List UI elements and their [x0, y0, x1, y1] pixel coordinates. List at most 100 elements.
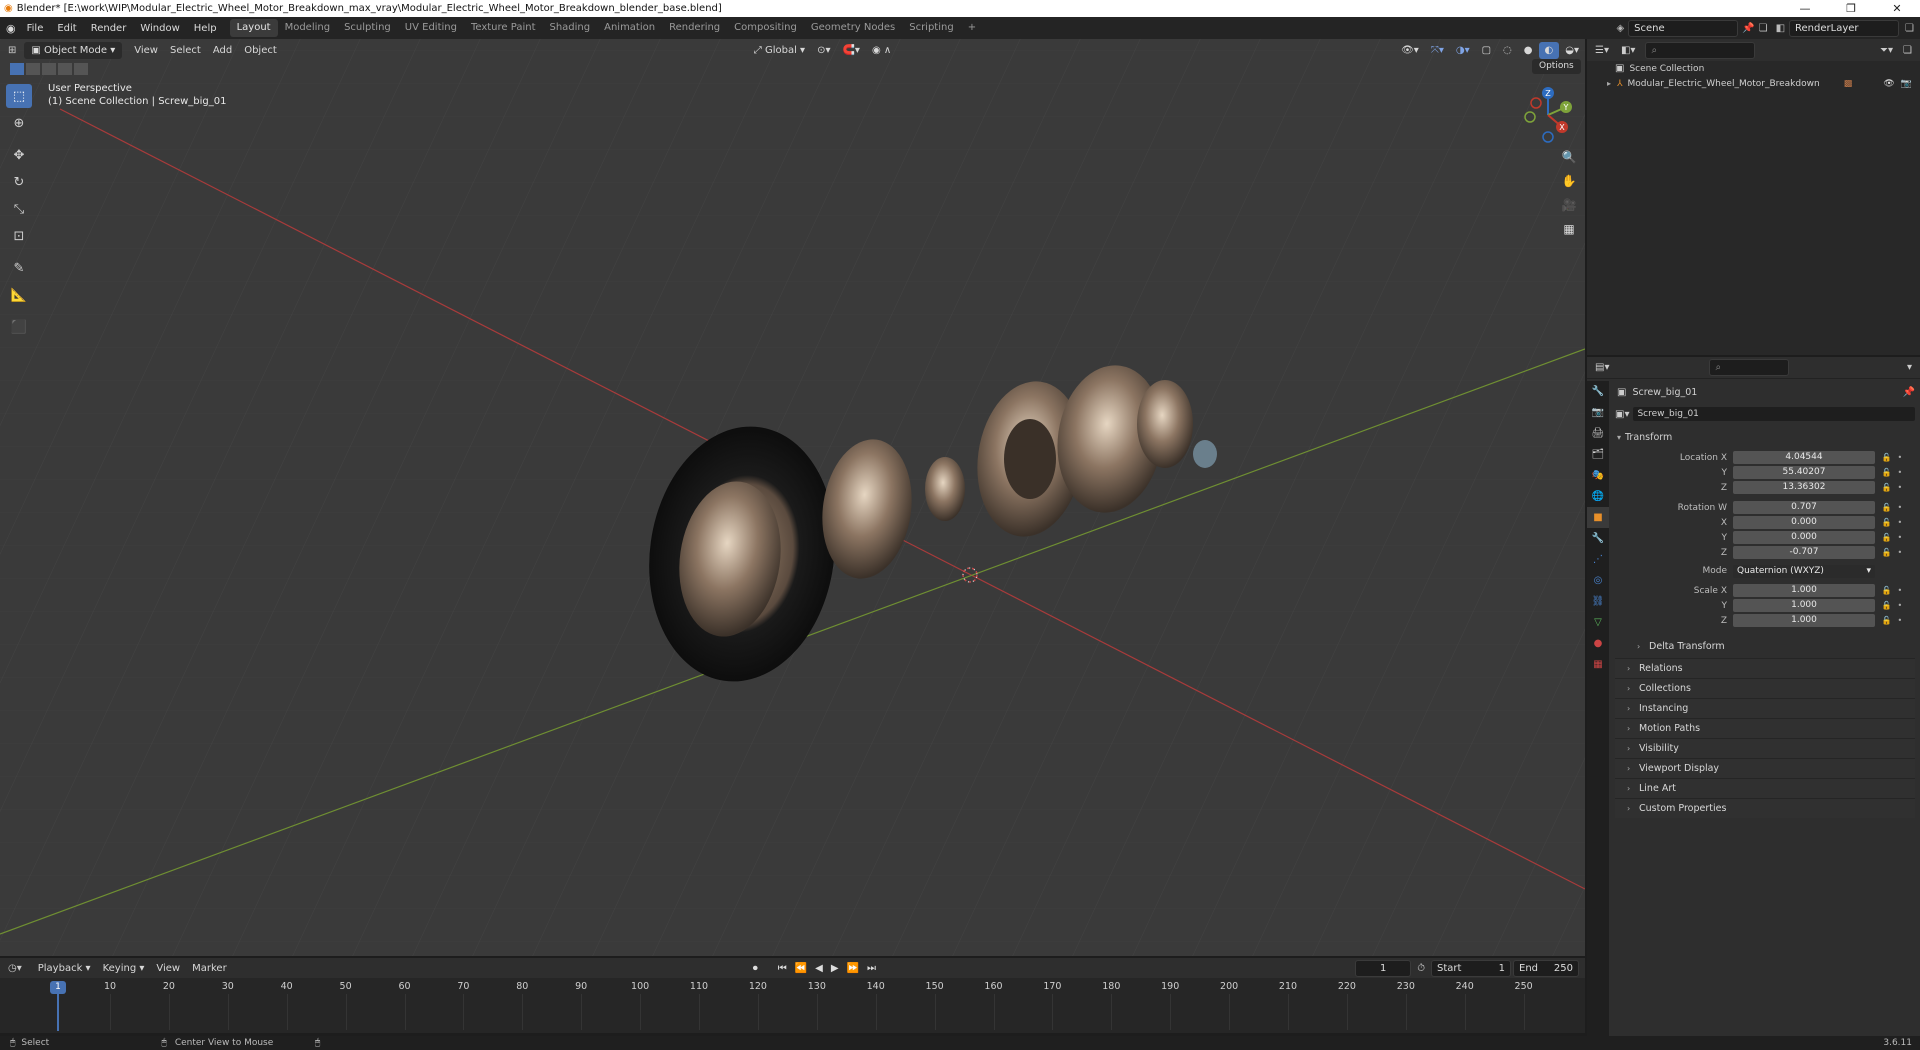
play-icon[interactable]: ▶	[831, 963, 839, 974]
annotate-tool-icon[interactable]: ✎	[6, 256, 32, 280]
display-mode-icon[interactable]: ◧▾	[1621, 45, 1635, 56]
prev-keyframe-icon[interactable]: ⏪	[795, 963, 807, 974]
next-keyframe-icon[interactable]: ⏩	[847, 963, 859, 974]
properties-editor-icon[interactable]: ▤▾	[1595, 362, 1609, 373]
keyframe-icon[interactable]: •	[1897, 586, 1902, 595]
start-frame-field[interactable]: Start 1	[1431, 959, 1511, 977]
measure-tool-icon[interactable]: 📐	[6, 283, 32, 307]
expand-icon[interactable]: ▸	[1607, 79, 1611, 88]
clock-icon[interactable]: ⏱	[1417, 963, 1425, 974]
menu-timeline-view[interactable]: View	[150, 960, 186, 977]
location-z-field[interactable]: 13.36302	[1733, 481, 1875, 494]
play-reverse-icon[interactable]: ◀	[815, 963, 823, 974]
current-frame-field[interactable]: 1	[1355, 959, 1412, 977]
tab-texture-paint[interactable]: Texture Paint	[464, 19, 543, 37]
keyframe-icon[interactable]: •	[1897, 548, 1902, 557]
move-tool-icon[interactable]: ✥	[6, 143, 32, 167]
tab-compositing[interactable]: Compositing	[727, 19, 804, 37]
outliner-item[interactable]: ▸ ⅄ Modular_Electric_Wheel_Motor_Breakdo…	[1587, 76, 1920, 91]
panel-relations[interactable]: › Relations	[1615, 658, 1915, 678]
select-intersect-icon[interactable]	[74, 63, 88, 75]
close-button[interactable]: ✕	[1874, 2, 1920, 15]
panel-instancing[interactable]: › Instancing	[1615, 698, 1915, 718]
lock-icon[interactable]: 🔓	[1882, 468, 1892, 477]
physics-tab-icon[interactable]: ◎	[1587, 570, 1609, 591]
pivot-icon[interactable]: ⊙▾	[811, 42, 836, 59]
keyframe-icon[interactable]: •	[1897, 468, 1902, 477]
lock-icon[interactable]: 🔓	[1882, 616, 1892, 625]
menu-view[interactable]: View	[128, 42, 164, 59]
tab-layout[interactable]: Layout	[229, 19, 278, 37]
playhead-line[interactable]	[57, 994, 59, 1031]
world-tab-icon[interactable]: 🌐	[1587, 486, 1609, 507]
location-y-field[interactable]: 55.40207	[1733, 466, 1875, 479]
menu-render[interactable]: Render	[84, 23, 134, 34]
new-scene-icon[interactable]: ❏	[1759, 23, 1768, 34]
menu-file[interactable]: File	[20, 23, 51, 34]
menu-help[interactable]: Help	[187, 23, 224, 34]
render-tab-icon[interactable]: 📷	[1587, 402, 1609, 423]
render-layer-icon[interactable]: ◧	[1776, 23, 1785, 34]
options-button[interactable]: Options	[1532, 59, 1581, 74]
properties-options-icon[interactable]: ▾	[1907, 362, 1912, 373]
orientation-selector[interactable]: ⤢ Global ▾	[748, 42, 811, 59]
properties-search-input[interactable]: ⌕	[1709, 359, 1790, 376]
eye-icon[interactable]: 👁	[1883, 79, 1894, 89]
rotation-mode-dropdown[interactable]: Quaternion (WXYZ) ▾	[1733, 564, 1875, 578]
menu-object[interactable]: Object	[238, 42, 283, 59]
rotation-y-field[interactable]: 0.000	[1733, 531, 1875, 544]
mode-selector[interactable]: ▣ Object Mode ▾	[24, 41, 123, 59]
select-invert-icon[interactable]	[58, 63, 72, 75]
render-layer-selector[interactable]: RenderLayer	[1789, 19, 1900, 37]
scale-z-field[interactable]: 1.000	[1733, 614, 1875, 627]
tool-tab-icon[interactable]: 🔧	[1587, 381, 1609, 402]
lock-icon[interactable]: 🔓	[1882, 503, 1892, 512]
shading-rendered-icon[interactable]: ◒▾	[1559, 42, 1585, 59]
scene-icon[interactable]: ◈	[1616, 23, 1624, 34]
panel-custom-properties[interactable]: › Custom Properties	[1615, 798, 1915, 818]
editor-type-icon[interactable]: ⊞	[8, 45, 16, 56]
ortho-grid-icon[interactable]: ▦	[1557, 217, 1581, 241]
viewport-scene[interactable]	[0, 39, 1585, 956]
add-cube-tool-icon[interactable]: ⬛	[6, 315, 32, 339]
menu-playback[interactable]: Playback ▾	[32, 960, 97, 977]
menu-marker[interactable]: Marker	[186, 960, 233, 977]
new-collection-icon[interactable]: ❏	[1903, 45, 1912, 56]
overlay-toggle-icon[interactable]: ◑▾	[1450, 42, 1476, 59]
constraints-tab-icon[interactable]: ⛓	[1587, 591, 1609, 612]
datablock-icon[interactable]: ▣▾	[1615, 409, 1629, 420]
maximize-button[interactable]: ❐	[1828, 2, 1874, 15]
tab-rendering[interactable]: Rendering	[662, 19, 727, 37]
tab-shading[interactable]: Shading	[542, 19, 597, 37]
scale-y-field[interactable]: 1.000	[1733, 599, 1875, 612]
particles-tab-icon[interactable]: ⋰	[1587, 549, 1609, 570]
blender-menu-icon[interactable]: ◉	[6, 22, 16, 35]
lock-icon[interactable]: 🔓	[1882, 548, 1892, 557]
data-tab-icon[interactable]: ▽	[1587, 612, 1609, 633]
select-box-tool-icon[interactable]: ⬚	[6, 84, 32, 108]
outliner-search-input[interactable]: ⌕	[1645, 41, 1756, 59]
select-subtract-icon[interactable]	[42, 63, 56, 75]
menu-edit[interactable]: Edit	[50, 23, 83, 34]
minimize-button[interactable]: —	[1782, 2, 1828, 15]
location-x-field[interactable]: 4.04544	[1733, 451, 1875, 464]
panel-visibility[interactable]: › Visibility	[1615, 738, 1915, 758]
pin-properties-icon[interactable]: 📌	[1903, 387, 1915, 398]
rotation-z-field[interactable]: -0.707	[1733, 546, 1875, 559]
shading-wireframe-icon[interactable]: ◌	[1497, 42, 1518, 59]
timeline-editor-icon[interactable]: ◷▾	[8, 963, 22, 974]
scene-tab-icon[interactable]: 🎭	[1587, 465, 1609, 486]
menu-add[interactable]: Add	[207, 42, 238, 59]
lock-icon[interactable]: 🔓	[1882, 533, 1892, 542]
jump-end-icon[interactable]: ⏭	[867, 963, 876, 974]
tab-modeling[interactable]: Modeling	[278, 19, 338, 37]
gizmo-toggle-icon[interactable]: ⤧▾	[1425, 42, 1450, 59]
timeline-track[interactable]: 10 20 30 40 50 60 70 80 90 100 110 120 130 140 150 160 1…	[0, 978, 1585, 1033]
lock-icon[interactable]: 🔓	[1882, 601, 1892, 610]
camera-view-icon[interactable]: 🎥	[1557, 193, 1581, 217]
panel-collections[interactable]: › Collections	[1615, 678, 1915, 698]
cursor-tool-icon[interactable]: ⊕	[6, 111, 32, 135]
rotation-w-field[interactable]: 0.707	[1733, 501, 1875, 514]
pan-hand-icon[interactable]: ✋	[1557, 169, 1581, 193]
snap-icon[interactable]: 🧲▾	[836, 42, 865, 59]
